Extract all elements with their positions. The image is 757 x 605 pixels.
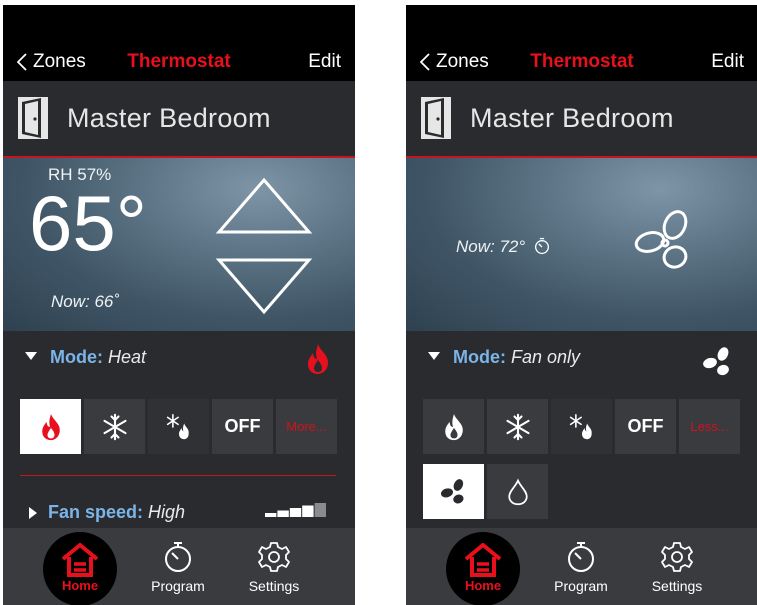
fan-speed-level-bar — [265, 513, 277, 517]
cool-mode-button[interactable] — [84, 399, 145, 454]
current-temperature: Now: 66˚ — [51, 292, 120, 311]
fan-speed-label: Fan speed: High — [48, 502, 185, 523]
mode-label: Mode: Fan only — [453, 347, 580, 368]
more-modes-button[interactable]: More... — [276, 399, 337, 454]
more-label: More... — [286, 419, 327, 434]
increase-temperature-button[interactable] — [215, 176, 313, 236]
program-label: Program — [554, 578, 608, 594]
caret-right-icon — [29, 507, 37, 519]
tab-settings[interactable]: Settings — [229, 528, 319, 605]
timer-icon — [534, 237, 549, 255]
droplet-icon — [507, 477, 528, 505]
gear-icon — [661, 542, 693, 572]
program-label: Program — [151, 578, 205, 594]
less-modes-button[interactable]: Less... — [679, 399, 740, 454]
mode-selector[interactable]: Mode: Heat — [3, 331, 355, 393]
current-temperature-text: Now: 72° — [456, 237, 526, 256]
fan-only-mode-button[interactable] — [423, 464, 484, 519]
fan-speed-level-bar — [314, 503, 326, 517]
tab-bar: Home Program Settings — [406, 528, 757, 605]
fan-speed-level-bar — [302, 505, 314, 517]
page-title: Thermostat — [530, 51, 634, 72]
fan-speed-level-indicator — [265, 503, 326, 517]
thermostat-screen-fan-only: Zones Thermostat Edit Master Bedroom Now… — [406, 5, 757, 605]
fan-icon — [440, 478, 464, 503]
zone-header: Master Bedroom — [406, 81, 757, 158]
caret-down-icon — [428, 352, 440, 360]
dehumidify-mode-button[interactable] — [487, 464, 548, 519]
heat-mode-button[interactable] — [423, 399, 484, 454]
snowflake-flame-icon — [166, 413, 189, 439]
mode-label: Mode: Heat — [50, 347, 146, 368]
decrease-temperature-button[interactable] — [215, 256, 313, 316]
tab-bar: Home Program Settings — [3, 528, 355, 605]
mode-value: Heat — [108, 347, 147, 367]
snowflake-flame-icon — [569, 413, 592, 439]
snowflake-icon — [102, 413, 127, 440]
flame-icon — [41, 413, 60, 440]
mode-value: Fan only — [511, 347, 581, 367]
tab-home[interactable]: Home — [43, 532, 117, 605]
gear-icon — [258, 542, 290, 572]
setpoint-temperature: 65° — [29, 179, 147, 267]
current-temperature: Now: 72° — [456, 237, 551, 257]
settings-label: Settings — [651, 578, 703, 594]
edit-button[interactable]: Edit — [711, 51, 744, 73]
mode-buttons: OFF Less... — [423, 399, 740, 455]
page-title: Thermostat — [127, 51, 231, 72]
fan-speed-selector[interactable]: Fan speed: High — [3, 493, 355, 533]
snowflake-icon — [505, 413, 530, 440]
mode-label-text: Mode: — [50, 347, 103, 367]
divider — [20, 475, 336, 476]
fan-speed-level-bar — [277, 510, 289, 517]
zone-name: Master Bedroom — [67, 103, 271, 133]
tab-settings[interactable]: Settings — [632, 528, 722, 605]
zone-name: Master Bedroom — [470, 103, 674, 133]
status-bar — [3, 5, 355, 43]
off-label: OFF — [627, 416, 664, 436]
zone-header: Master Bedroom — [3, 81, 355, 158]
edit-button[interactable]: Edit — [308, 51, 341, 73]
flame-icon — [308, 344, 329, 374]
auto-mode-button[interactable] — [148, 399, 209, 454]
temperature-panel: Now: 72° — [406, 158, 757, 331]
extra-mode-buttons — [423, 464, 548, 520]
tab-program[interactable]: Program — [536, 528, 626, 605]
fan-speed-level-bar — [289, 508, 302, 517]
nav-bar: Zones Thermostat Edit — [406, 43, 757, 81]
flame-icon — [444, 413, 463, 440]
fan-icon — [703, 347, 729, 376]
mode-selector[interactable]: Mode: Fan only — [406, 331, 757, 393]
heat-mode-button[interactable] — [20, 399, 81, 454]
home-label: Home — [61, 578, 99, 593]
tab-program[interactable]: Program — [133, 528, 223, 605]
settings-label: Settings — [248, 578, 300, 594]
less-label: Less... — [690, 419, 729, 434]
mode-label-text: Mode: — [453, 347, 506, 367]
door-icon — [18, 97, 48, 139]
fan-speed-value: High — [148, 502, 186, 522]
off-mode-button[interactable]: OFF — [615, 399, 676, 454]
tab-home[interactable]: Home — [446, 532, 520, 605]
thermostat-screen-heat: Zones Thermostat Edit Master Bedroom RH … — [3, 5, 355, 605]
nav-bar: Zones Thermostat Edit — [3, 43, 355, 81]
status-bar — [406, 5, 757, 43]
cool-mode-button[interactable] — [487, 399, 548, 454]
off-label: OFF — [224, 416, 261, 436]
mode-buttons: OFF More... — [20, 399, 337, 455]
auto-mode-button[interactable] — [551, 399, 612, 454]
timer-icon — [568, 542, 594, 572]
fan-label-text: Fan speed: — [48, 502, 144, 522]
temperature-panel: RH 57% 65° Now: 66˚ — [3, 158, 355, 331]
fan-icon — [634, 210, 688, 269]
home-icon — [61, 543, 99, 577]
door-icon — [421, 97, 451, 139]
caret-down-icon — [25, 352, 37, 360]
home-label: Home — [464, 578, 502, 593]
off-mode-button[interactable]: OFF — [212, 399, 273, 454]
timer-icon — [165, 542, 191, 572]
home-icon — [464, 543, 502, 577]
